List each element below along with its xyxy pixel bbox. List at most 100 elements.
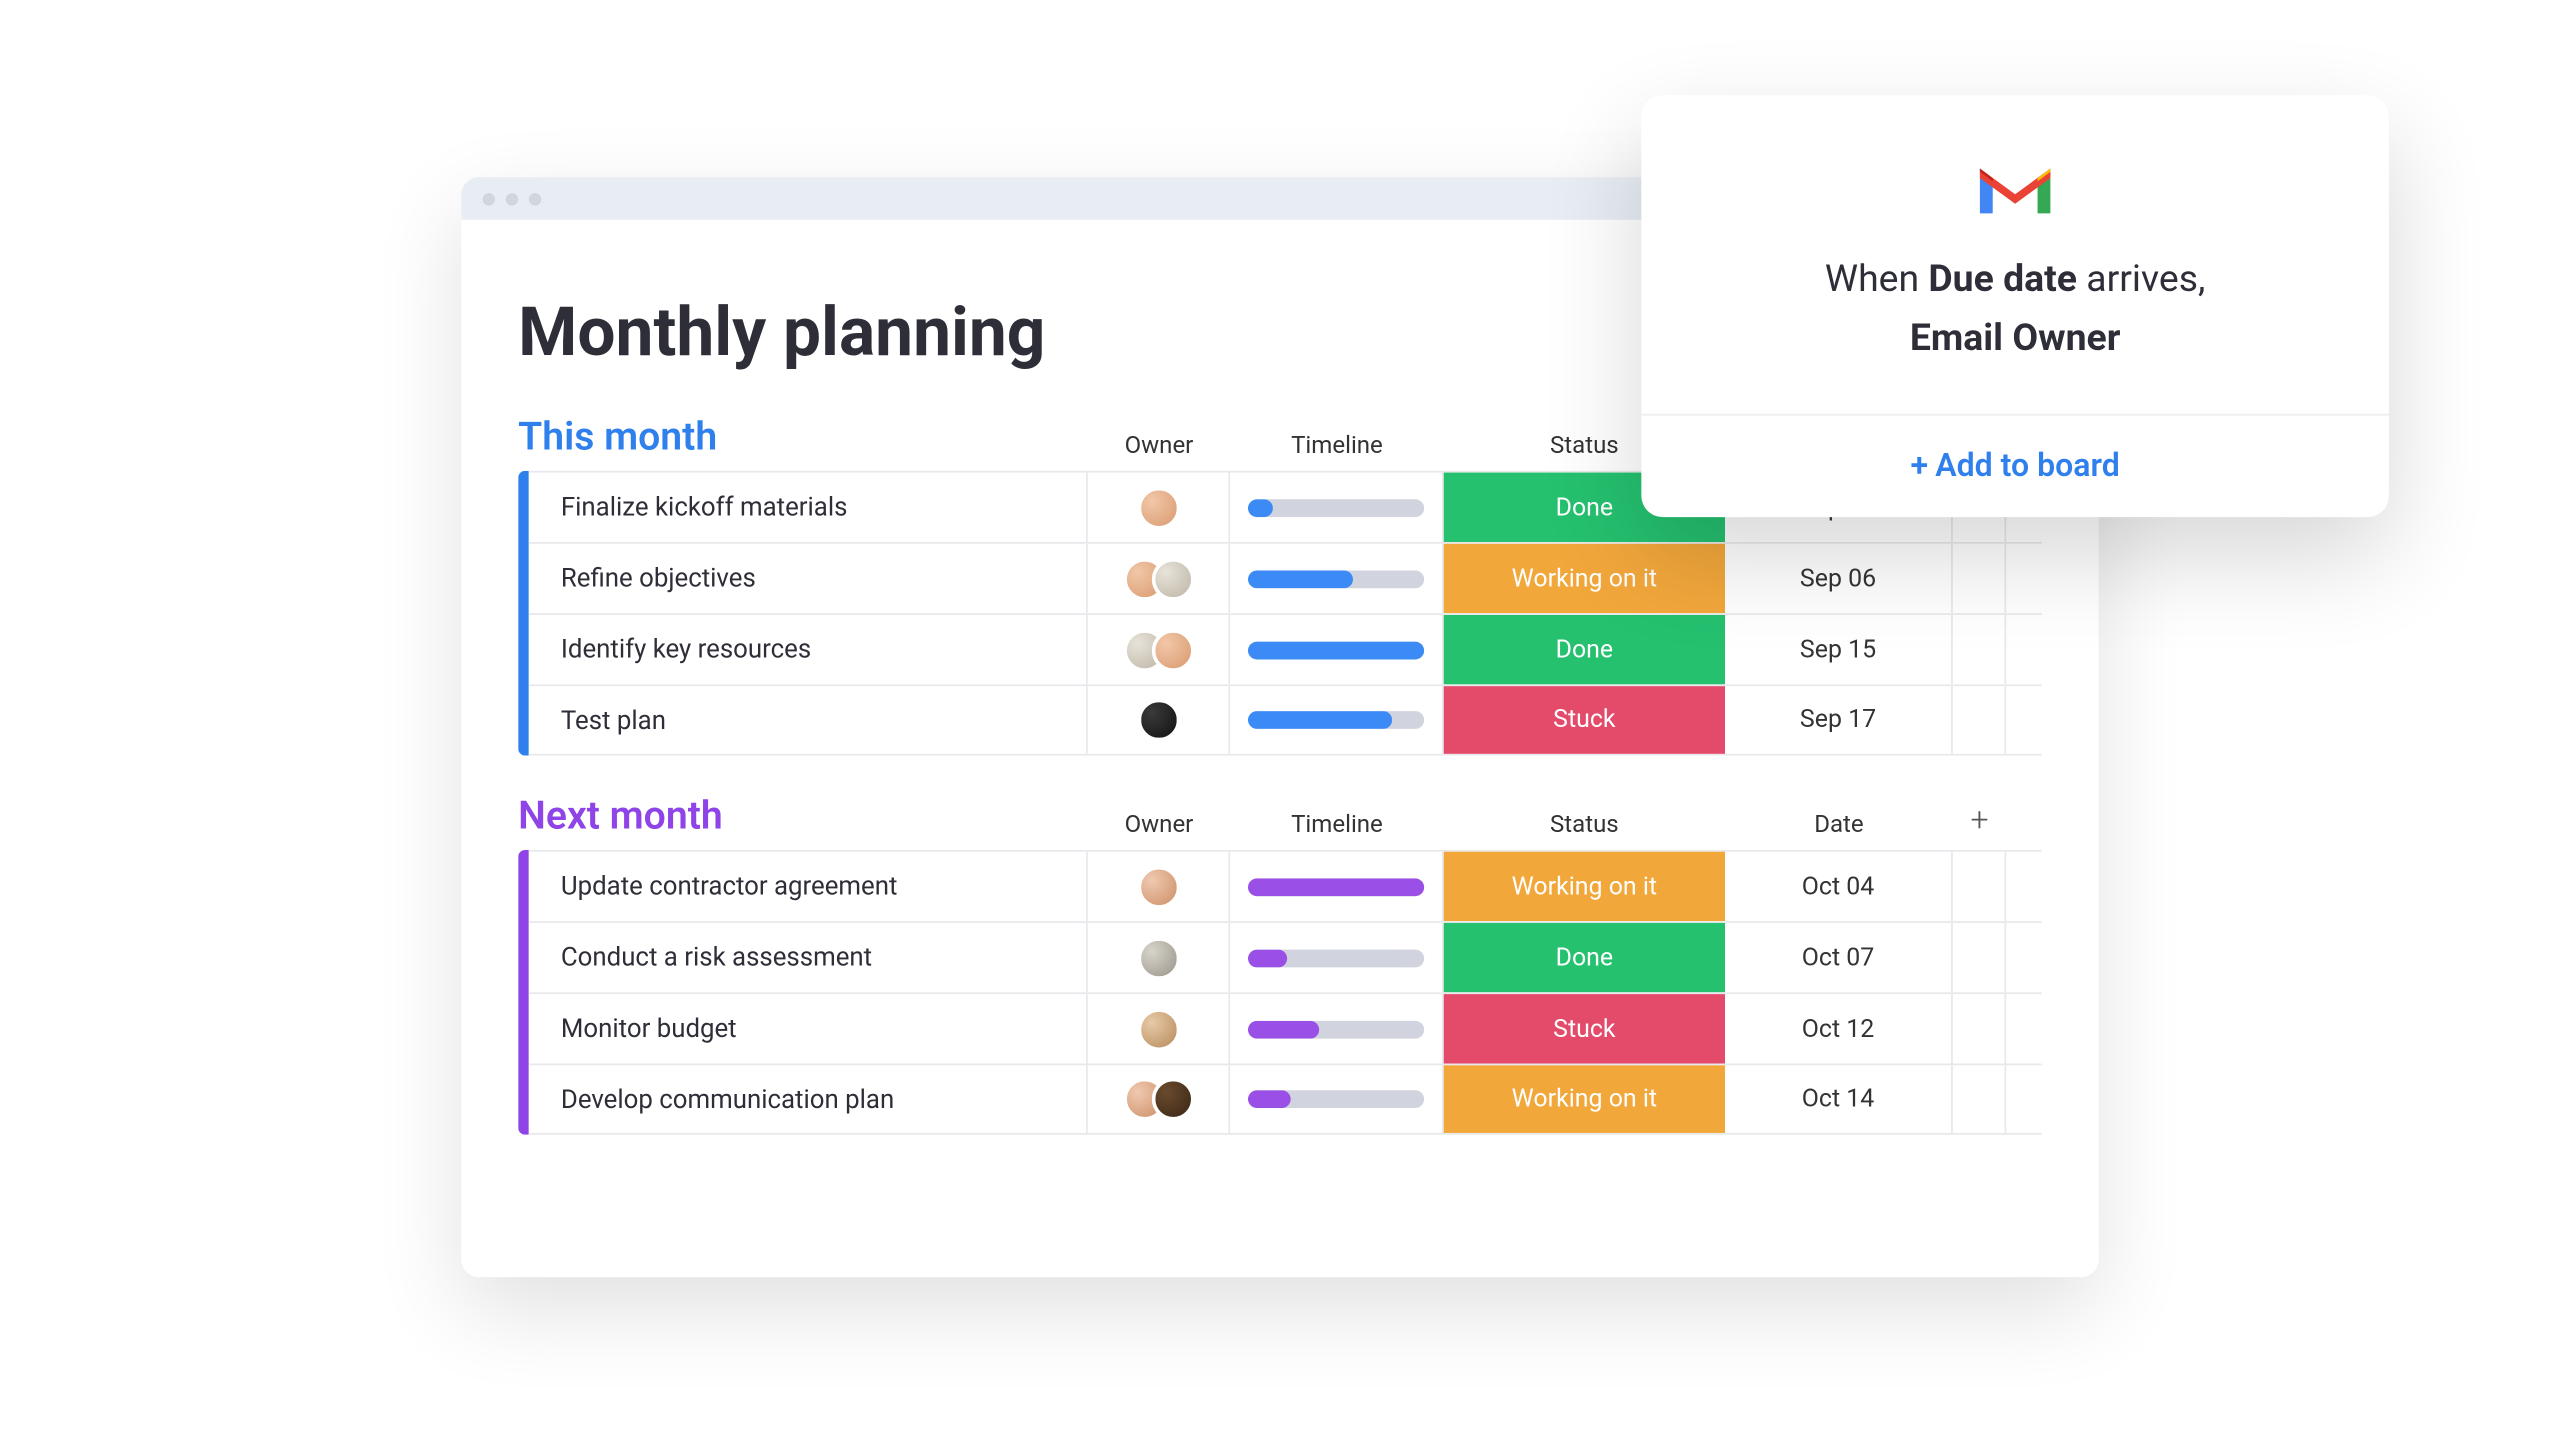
- status-cell[interactable]: Stuck: [1444, 686, 1725, 754]
- timeline-cell[interactable]: [1230, 686, 1444, 754]
- group-rows: Update contractor agreement Working on it…: [518, 850, 2042, 1135]
- row-end-cell: [1953, 544, 2006, 613]
- timeline-bar: [1248, 878, 1424, 896]
- add-to-board-button[interactable]: +Add to board: [1641, 413, 2389, 516]
- cta-label: Add to board: [1935, 447, 2120, 484]
- column-header-timeline[interactable]: Timeline: [1230, 432, 1444, 460]
- automation-card: When Due date arrives, Email Owner +Add …: [1641, 95, 2389, 516]
- avatar: [1137, 486, 1180, 529]
- row-end-cell: [1953, 994, 2006, 1063]
- timeline-cell[interactable]: [1230, 544, 1444, 613]
- timeline-cell[interactable]: [1230, 994, 1444, 1063]
- column-header-owner[interactable]: Owner: [1088, 432, 1230, 460]
- plus-icon: +: [1910, 447, 1928, 484]
- group-title[interactable]: This month: [518, 416, 1088, 461]
- owner-cell[interactable]: [1088, 1065, 1230, 1133]
- timeline-bar: [1248, 1090, 1424, 1108]
- text: arrives,: [2077, 259, 2205, 302]
- add-column-button[interactable]: +: [1953, 802, 2006, 839]
- status-cell[interactable]: Done: [1444, 615, 1725, 684]
- table-row[interactable]: Refine objectives Working on itSep 06: [529, 542, 2042, 613]
- timeline-cell[interactable]: [1230, 1065, 1444, 1133]
- avatar: [1137, 1007, 1180, 1050]
- task-name-cell[interactable]: Test plan: [529, 686, 1088, 754]
- date-cell[interactable]: Sep 06: [1725, 544, 1953, 613]
- timeline-cell[interactable]: [1230, 923, 1444, 992]
- table-row[interactable]: Update contractor agreement Working on it…: [529, 850, 2042, 921]
- timeline-bar: [1248, 570, 1424, 588]
- task-name-cell[interactable]: Identify key resources: [529, 615, 1088, 684]
- task-name-cell[interactable]: Finalize kickoff materials: [529, 473, 1088, 542]
- timeline-fill: [1248, 1020, 1318, 1038]
- row-end-cell: [1953, 923, 2006, 992]
- date-cell[interactable]: Sep 17: [1725, 686, 1953, 754]
- column-header-status[interactable]: Status: [1444, 811, 1725, 839]
- gmail-icon: [1972, 156, 2057, 220]
- group: Next monthOwnerTimelineStatusDate+ Update…: [518, 795, 2042, 1135]
- timeline-fill: [1248, 641, 1424, 659]
- task-name-cell[interactable]: Update contractor agreement: [529, 852, 1088, 921]
- timeline-fill: [1248, 949, 1287, 967]
- date-cell[interactable]: Oct 14: [1725, 1065, 1953, 1133]
- group-title[interactable]: Next month: [518, 795, 1088, 840]
- date-cell[interactable]: Oct 12: [1725, 994, 1953, 1063]
- table-row[interactable]: Monitor budget StuckOct 12: [529, 992, 2042, 1063]
- status-cell[interactable]: Working on it: [1444, 1065, 1725, 1133]
- table-row[interactable]: Develop communication plan Working on itO…: [529, 1064, 2042, 1135]
- timeline-cell[interactable]: [1230, 473, 1444, 542]
- avatar: [1151, 628, 1194, 671]
- timeline-bar: [1248, 1020, 1424, 1038]
- owner-cell[interactable]: [1088, 615, 1230, 684]
- owner-cell[interactable]: [1088, 544, 1230, 613]
- date-cell[interactable]: Oct 07: [1725, 923, 1953, 992]
- date-cell[interactable]: Sep 15: [1725, 615, 1953, 684]
- text-strong: Due date: [1928, 259, 2077, 302]
- owner-cell[interactable]: [1088, 994, 1230, 1063]
- owner-cell[interactable]: [1088, 852, 1230, 921]
- status-cell[interactable]: Working on it: [1444, 852, 1725, 921]
- text: When: [1825, 259, 1928, 302]
- owner-cell[interactable]: [1088, 473, 1230, 542]
- timeline-fill: [1248, 711, 1392, 729]
- row-end-cell: [1953, 852, 2006, 921]
- window-dot: [529, 192, 541, 204]
- column-header-date[interactable]: Date: [1725, 811, 1953, 839]
- automation-trigger-text: When Due date arrives,: [1695, 252, 2336, 310]
- avatar: [1137, 699, 1180, 742]
- table-row[interactable]: Conduct a risk assessment DoneOct 07: [529, 921, 2042, 992]
- timeline-bar: [1248, 641, 1424, 659]
- task-name-cell[interactable]: Refine objectives: [529, 544, 1088, 613]
- status-cell[interactable]: Working on it: [1444, 544, 1725, 613]
- timeline-fill: [1248, 1090, 1290, 1108]
- avatar: [1137, 865, 1180, 908]
- timeline-fill: [1248, 570, 1354, 588]
- avatar: [1137, 936, 1180, 979]
- status-cell[interactable]: Done: [1444, 923, 1725, 992]
- owner-cell[interactable]: [1088, 686, 1230, 754]
- row-end-cell: [1953, 686, 2006, 754]
- avatar: [1151, 557, 1194, 600]
- timeline-bar: [1248, 949, 1424, 967]
- status-cell[interactable]: Stuck: [1444, 994, 1725, 1063]
- avatar: [1151, 1078, 1194, 1121]
- window-dot: [483, 192, 495, 204]
- column-header-timeline[interactable]: Timeline: [1230, 811, 1444, 839]
- window-dot: [506, 192, 518, 204]
- timeline-bar: [1248, 498, 1424, 516]
- timeline-bar: [1248, 711, 1424, 729]
- table-row[interactable]: Test plan StuckSep 17: [529, 684, 2042, 755]
- task-name-cell[interactable]: Conduct a risk assessment: [529, 923, 1088, 992]
- date-cell[interactable]: Oct 04: [1725, 852, 1953, 921]
- task-name-cell[interactable]: Monitor budget: [529, 994, 1088, 1063]
- column-header-owner[interactable]: Owner: [1088, 811, 1230, 839]
- timeline-cell[interactable]: [1230, 852, 1444, 921]
- task-name-cell[interactable]: Develop communication plan: [529, 1065, 1088, 1133]
- automation-action-text: Email Owner: [1695, 317, 2336, 360]
- table-row[interactable]: Identify key resources DoneSep 15: [529, 613, 2042, 684]
- owner-cell[interactable]: [1088, 923, 1230, 992]
- row-end-cell: [1953, 615, 2006, 684]
- timeline-fill: [1248, 498, 1273, 516]
- automation-body: When Due date arrives, Email Owner: [1641, 95, 2389, 413]
- timeline-cell[interactable]: [1230, 615, 1444, 684]
- timeline-fill: [1248, 878, 1424, 896]
